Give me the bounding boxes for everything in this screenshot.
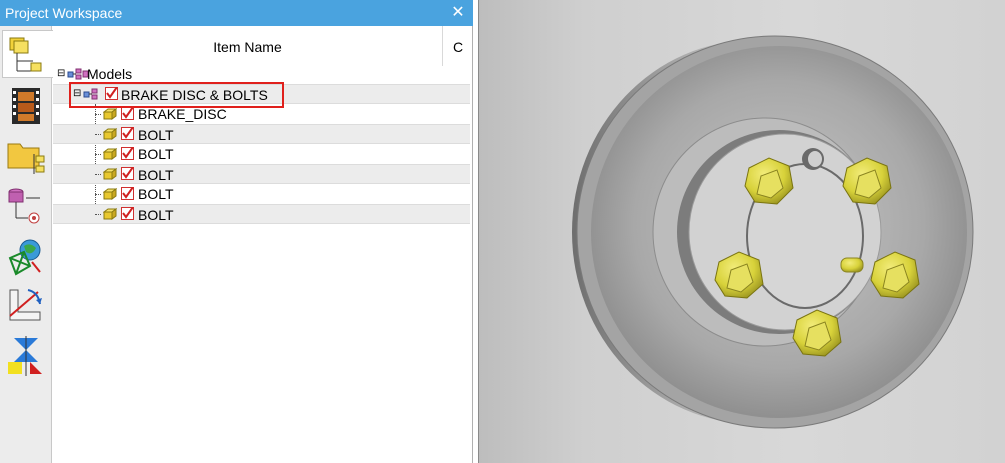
models-folder-icon [67, 68, 89, 80]
film-strip-icon [12, 88, 40, 124]
part-cube-icon [103, 208, 117, 220]
selection-highlight [69, 82, 284, 108]
part-cube-icon [103, 108, 117, 120]
visibility-checkbox-icon[interactable] [121, 107, 134, 120]
column-second[interactable]: C [453, 26, 463, 68]
part-cube-icon [103, 128, 117, 140]
tree-branch [95, 114, 101, 115]
side-toolbar [0, 26, 53, 463]
tree-part-label: BOLT [138, 207, 174, 223]
model-tree-icon [9, 37, 42, 72]
visibility-checkbox-icon[interactable] [121, 207, 134, 220]
tree-branch [95, 194, 101, 195]
part-cube-icon [103, 188, 117, 200]
tree-part-label: BOLT [138, 167, 174, 183]
folder-tree-icon [7, 143, 45, 174]
tree-root-models[interactable]: ⊟ Models [53, 64, 470, 84]
model-tree-tool-button[interactable] [2, 30, 53, 78]
tree-part-label: BOLT [138, 127, 174, 143]
tree-branch [95, 174, 101, 175]
visibility-checkbox-icon[interactable] [121, 167, 134, 180]
measure-icon [9, 289, 42, 321]
brake-disc-render [572, 35, 974, 429]
folder-assembly-tool-button[interactable] [2, 132, 50, 180]
collapse-toggle-icon[interactable]: ⊟ [57, 64, 65, 84]
tree-branch [95, 154, 101, 155]
symmetry-tool-button[interactable] [2, 332, 50, 380]
model-tree: Item Name C ⊟ Models ⊟ BRAKE DISC & BOLT… [53, 26, 472, 463]
column-item-name[interactable]: Item Name [53, 26, 443, 66]
tree-part-row[interactable]: BOLT [53, 144, 470, 164]
tree-column-header: Item Name C [53, 26, 472, 66]
3d-viewport[interactable] [478, 0, 1005, 463]
animation-tool-button[interactable] [2, 82, 50, 130]
visibility-checkbox-icon[interactable] [121, 187, 134, 200]
locating-pin [840, 257, 864, 273]
visibility-checkbox-icon[interactable] [121, 127, 134, 140]
part-cube-icon [103, 148, 117, 160]
mesh-globe-tool-button[interactable] [2, 232, 50, 280]
tree-branch [95, 214, 101, 215]
symmetry-icon [8, 336, 42, 376]
panel-title: Project Workspace [5, 5, 123, 21]
tree-part-row[interactable]: BOLT [53, 204, 470, 224]
panel-title-bar: Project Workspace ✕ [0, 0, 473, 26]
project-workspace-panel: Project Workspace ✕ Item Name C ⊟ Models… [0, 0, 473, 463]
visibility-checkbox-icon[interactable] [121, 147, 134, 160]
database-icon [8, 188, 40, 224]
tree-part-row[interactable]: BOLT [53, 164, 470, 184]
close-icon[interactable]: ✕ [449, 3, 467, 23]
pin-hole-inner [808, 151, 822, 167]
tree-part-label: BOLT [138, 146, 174, 162]
tree-part-row[interactable]: BOLT [53, 184, 470, 204]
database-tool-button[interactable] [2, 182, 50, 230]
tree-branch [95, 134, 101, 135]
measure-tool-button[interactable] [2, 282, 50, 330]
tree-part-row[interactable]: BOLT [53, 124, 470, 144]
mesh-globe-icon [8, 239, 41, 276]
part-cube-icon [103, 168, 117, 180]
tree-root-label: Models [87, 66, 133, 82]
tree-part-label: BOLT [138, 186, 174, 202]
